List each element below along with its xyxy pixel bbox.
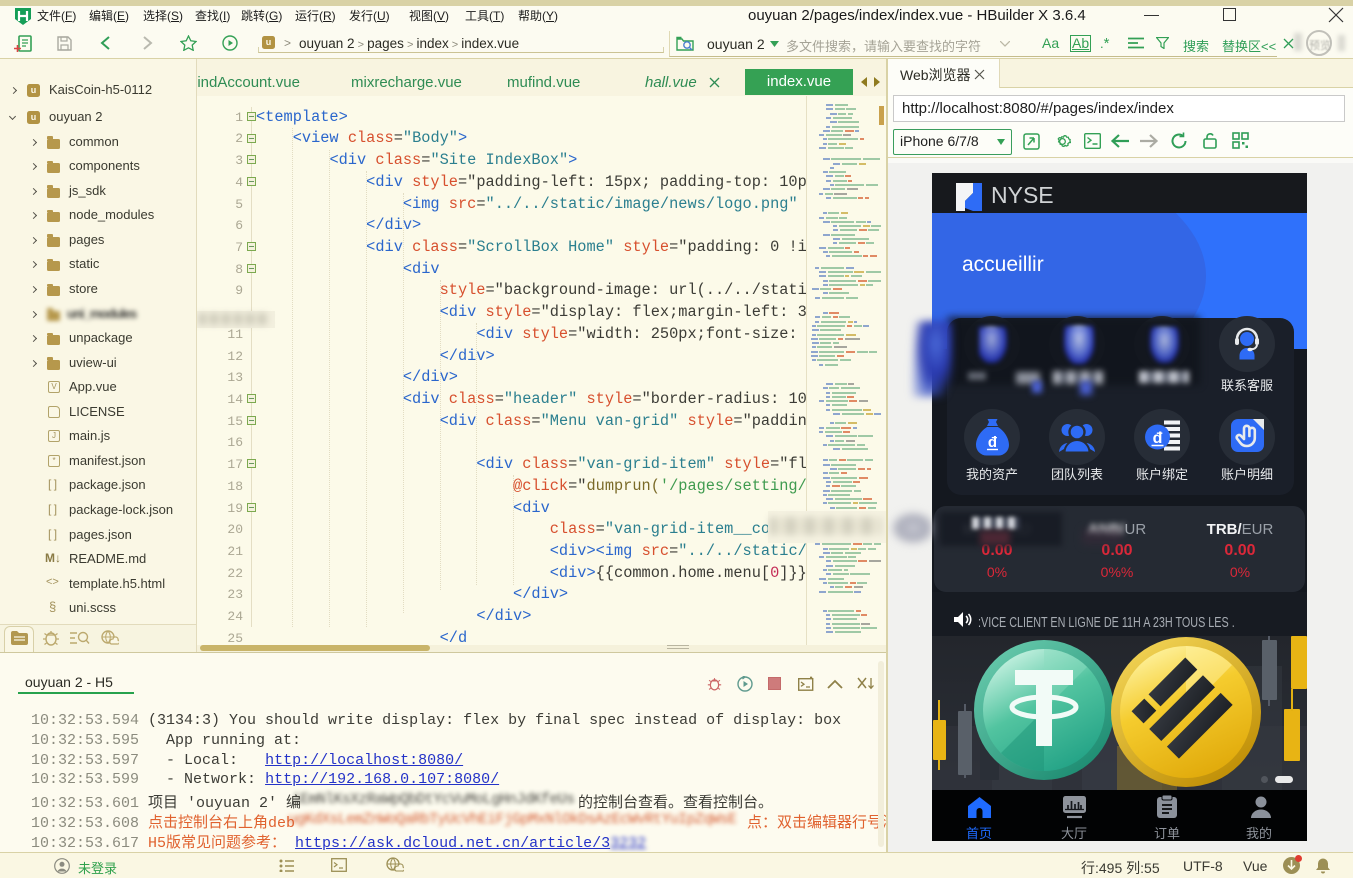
svg-text:đ: đ xyxy=(988,434,998,451)
svg-text:đ: đ xyxy=(1153,430,1163,447)
